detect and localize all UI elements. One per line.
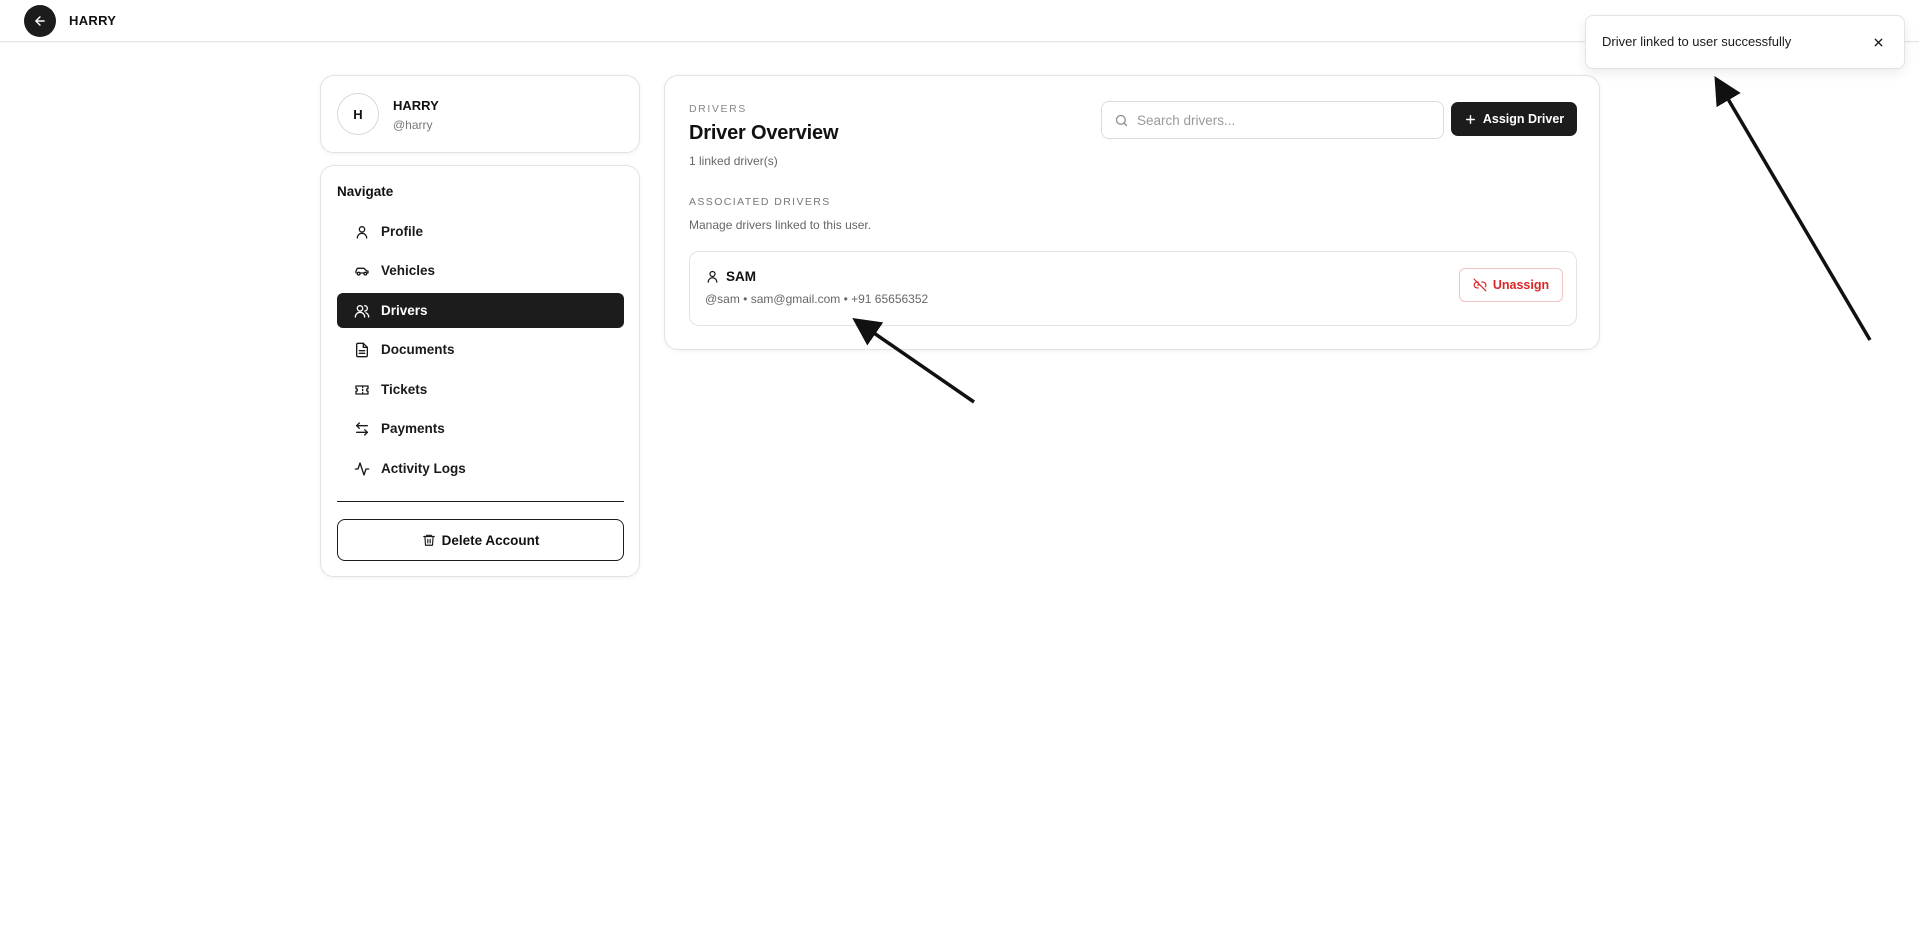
users-icon [353,302,371,320]
user-icon [353,223,371,241]
main-title: Driver Overview [689,122,839,144]
user-icon [707,270,718,283]
unassign-label: Unassign [1492,278,1550,292]
search-icon [1114,113,1129,128]
sidebar-item-profile[interactable]: Profile [337,214,624,249]
associated-drivers-description: Manage drivers linked to this user. [689,218,872,232]
profile-name: HARRY [393,98,439,113]
car-icon [353,262,371,280]
avatar: H [337,93,379,135]
nav-divider [337,501,624,502]
toast-message: Driver linked to user successfully [1602,34,1792,49]
linked-count: 1 linked driver(s) [689,154,778,168]
section-kicker: DRIVERS [689,103,747,115]
document-icon [353,341,371,359]
delete-account-label: Delete Account [441,532,540,548]
sidebar-item-label: Documents [381,342,455,357]
activity-icon [353,460,371,478]
sidebar-item-label: Profile [381,224,424,239]
ticket-icon [353,381,371,399]
assign-driver-button[interactable]: Assign Driver [1451,102,1577,136]
trash-icon [422,534,435,546]
sidebar-item-drivers[interactable]: Drivers [337,293,624,328]
sidebar-item-label: Payments [381,421,445,436]
driver-header: SAM [705,269,756,284]
sidebar-item-label: Vehicles [381,263,436,278]
toast-close-button[interactable] [1868,32,1888,52]
profile-handle: @harry [393,118,433,132]
driver-overview-card: DRIVERS Driver Overview 1 linked driver(… [664,75,1600,350]
sidebar-item-label: Drivers [381,303,428,318]
unlink-icon [1473,278,1487,292]
sidebar-item-payments[interactable]: Payments [337,411,624,446]
page-title: HARRY [69,13,117,28]
search-box [1101,101,1444,139]
sidebar-item-tickets[interactable]: Tickets [337,372,624,407]
sidebar-item-vehicles[interactable]: Vehicles [337,253,624,288]
back-button[interactable] [24,5,56,37]
sidebar-item-label: Tickets [381,382,428,397]
delete-account-button[interactable]: Delete Account [337,519,624,561]
associated-drivers-heading: ASSOCIATED DRIVERS [689,196,831,208]
navigation-card: Navigate Profile Vehicles Drivers Docume… [320,165,640,577]
sidebar-item-activity-logs[interactable]: Activity Logs [337,451,624,486]
driver-meta: @sam • sam@gmail.com • +91 65656352 [705,292,929,306]
driver-name: SAM [726,269,756,284]
close-icon [1874,38,1882,46]
assign-driver-label: Assign Driver [1482,112,1565,126]
sidebar-item-documents[interactable]: Documents [337,332,624,367]
plus-icon [1465,114,1475,124]
annotation-arrow-toast [1714,75,1872,341]
driver-list-item: SAM @sam • sam@gmail.com • +91 65656352 … [689,251,1577,326]
nav-title: Navigate [337,184,394,199]
transfer-arrows-icon [353,420,371,438]
arrow-left-icon [35,16,45,26]
sidebar-item-label: Activity Logs [381,461,466,476]
search-input[interactable] [1137,112,1427,128]
profile-card: H HARRY @harry [320,75,640,153]
toast-notification: Driver linked to user successfully [1585,15,1905,69]
unassign-button[interactable]: Unassign [1459,268,1563,302]
